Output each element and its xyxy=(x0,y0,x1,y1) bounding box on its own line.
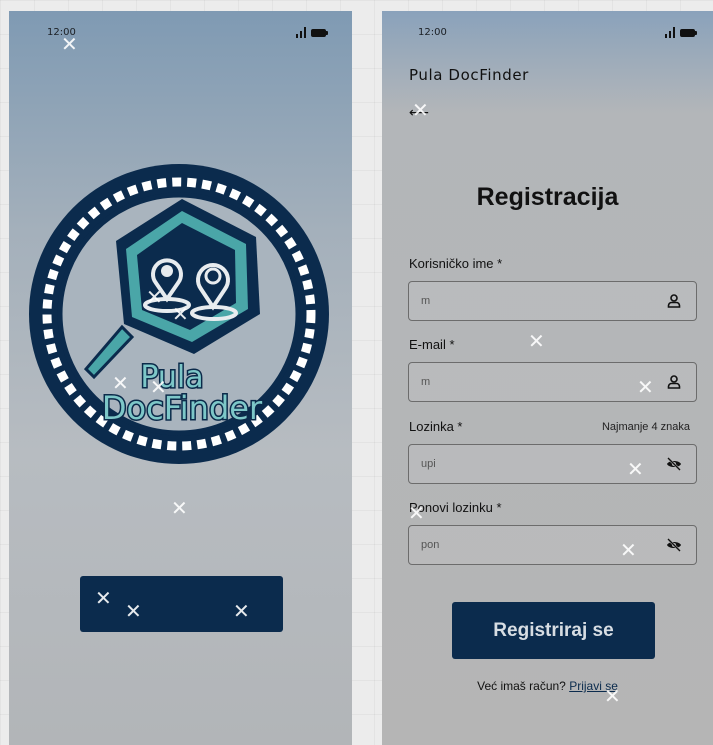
password-hint: Najmanje 4 znaka xyxy=(601,421,690,433)
user-icon xyxy=(667,375,681,389)
marker-x: ✕ xyxy=(171,496,188,520)
splash-screen: 12:00 Pula DocFinder ✕ ✕ ✕ ✕ ✕ ✕ ✕ ✕ ✕ xyxy=(9,11,352,745)
status-icons xyxy=(295,27,328,38)
start-button[interactable] xyxy=(80,576,283,632)
pula-docfinder-logo: Pula DocFinder xyxy=(29,164,329,464)
username-field[interactable] xyxy=(408,281,697,321)
signal-icon xyxy=(664,27,675,38)
status-bar: 12:00 xyxy=(9,27,352,41)
status-icons xyxy=(664,27,697,38)
username-label: Korisničko ime * xyxy=(409,256,503,271)
status-time: 12:00 xyxy=(418,27,447,38)
eye-off-icon[interactable] xyxy=(666,537,682,553)
signal-icon xyxy=(295,27,306,38)
arrow-left-icon[interactable]: ⟵ xyxy=(409,105,429,121)
page-title: Registracija xyxy=(476,183,619,211)
battery-icon xyxy=(311,28,328,37)
app-title: Pula DocFinder xyxy=(409,66,529,84)
battery-icon xyxy=(680,28,697,37)
marker-x: ✕ xyxy=(528,329,545,353)
email-field[interactable] xyxy=(408,362,697,402)
repeat-password-label: Ponovi lozinku * xyxy=(409,500,502,515)
login-prompt-row: Već imaš račun? Prijavi se xyxy=(382,679,713,693)
login-prompt-text: Već imaš račun? xyxy=(477,679,566,693)
password-label: Lozinka * xyxy=(409,419,463,434)
status-bar: 12:00 xyxy=(382,27,713,41)
password-field[interactable] xyxy=(408,444,697,484)
user-icon xyxy=(667,294,681,308)
logo-text-line2: DocFinder xyxy=(102,389,263,427)
repeat-password-field[interactable] xyxy=(408,525,697,565)
eye-off-icon[interactable] xyxy=(666,456,682,472)
password-input[interactable] xyxy=(421,458,651,470)
register-button[interactable]: Registriraj se xyxy=(452,602,655,659)
login-link[interactable]: Prijavi se xyxy=(569,679,618,693)
registration-screen: 12:00 Pula DocFinder ⟵ Registracija Kori… xyxy=(382,11,713,745)
email-label: E-mail * xyxy=(409,337,455,352)
repeat-password-input[interactable] xyxy=(421,539,651,551)
status-time: 12:00 xyxy=(47,27,76,38)
email-input[interactable] xyxy=(421,376,651,388)
username-input[interactable] xyxy=(421,295,651,307)
